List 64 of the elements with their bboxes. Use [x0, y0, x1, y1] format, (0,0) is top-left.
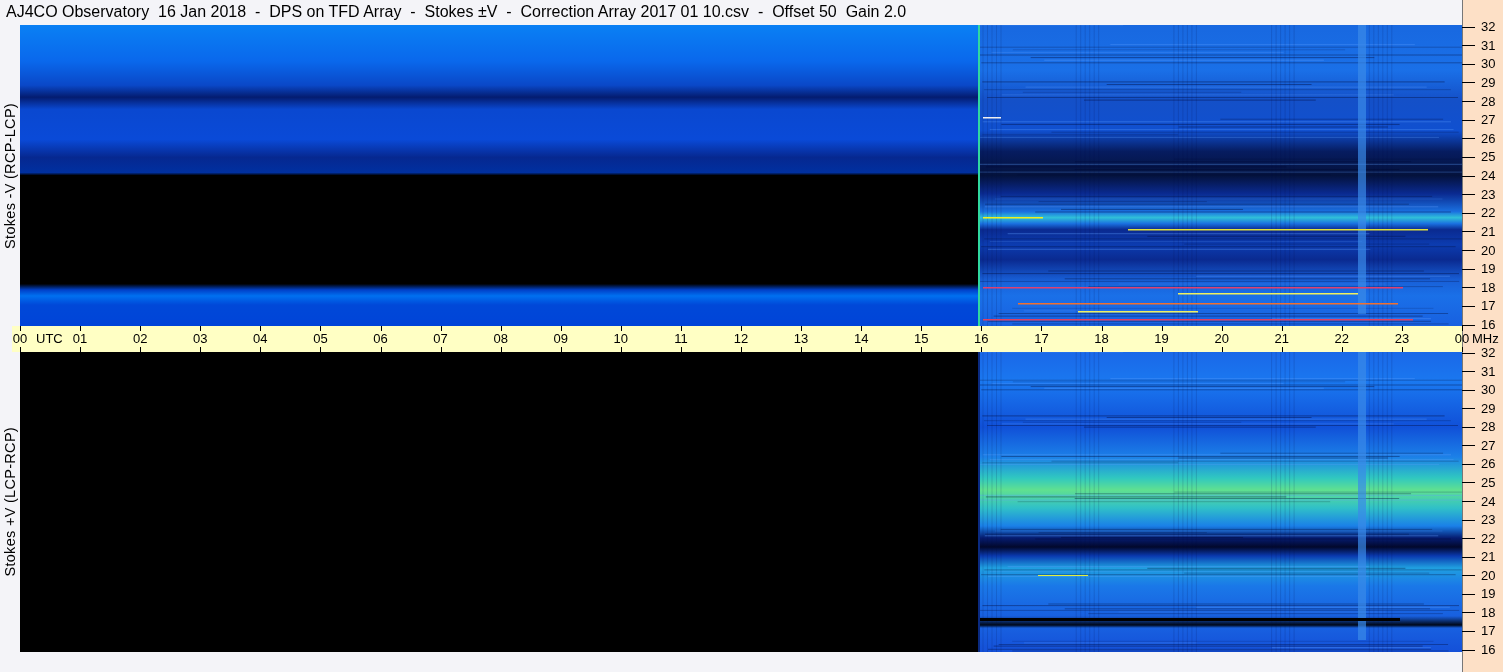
time-label: 21: [1274, 331, 1289, 347]
window-title: AJ4CO Observatory 16 Jan 2018 - DPS on TFD Array - Stokes ±V - Correction Array 2017 01 10.csv - Offset 50 Gain 2.0: [5, 2, 908, 22]
time-label: 20: [1214, 331, 1229, 347]
frequency-label: 23: [1481, 513, 1496, 528]
time-label: 04: [253, 331, 268, 347]
time-label: 05: [313, 331, 328, 347]
frequency-label: 20: [1481, 568, 1496, 583]
panel-label: Stokes -V (RCP-LCP): [2, 102, 18, 249]
time-label: 08: [493, 331, 508, 347]
frequency-label: 22: [1481, 531, 1496, 546]
frequency-label: 26: [1481, 457, 1496, 472]
time-label: 06: [373, 331, 388, 347]
time-label: 19: [1154, 331, 1169, 347]
time-label: 17: [1034, 331, 1049, 347]
frequency-label: 16: [1481, 318, 1496, 332]
time-unit-label: UTC: [36, 331, 63, 347]
time-label: 12: [733, 331, 749, 347]
frequency-label: 19: [1481, 262, 1496, 277]
time-label: 22: [1334, 331, 1350, 347]
frequency-label: 23: [1481, 187, 1496, 202]
time-label: 16: [974, 331, 989, 347]
frequency-label: 30: [1481, 57, 1496, 72]
frequency-label: 18: [1481, 605, 1496, 620]
frequency-label: 22: [1481, 206, 1496, 221]
time-label: 03: [193, 331, 208, 347]
frequency-label: 20: [1481, 243, 1496, 258]
frequency-label: 26: [1481, 131, 1496, 146]
frequency-label: 21: [1481, 224, 1496, 239]
time-label: 13: [793, 331, 809, 347]
time-label: 18: [1094, 331, 1109, 347]
frequency-label: 28: [1481, 420, 1496, 435]
time-label: 10: [613, 331, 629, 347]
frequency-label: 18: [1481, 280, 1496, 295]
frequency-label: 19: [1481, 587, 1496, 602]
frequency-label: 30: [1481, 383, 1496, 398]
frequency-label: 24: [1481, 169, 1496, 183]
time-label: 01: [72, 331, 88, 347]
time-label: 11: [674, 331, 688, 347]
time-label: 23: [1394, 331, 1410, 347]
time-label: 02: [132, 331, 148, 347]
frequency-label: 27: [1481, 438, 1496, 453]
frequency-label: 32: [1481, 346, 1496, 360]
frequency-label: 25: [1481, 475, 1496, 490]
frequency-label: 25: [1481, 150, 1496, 165]
time-label: 07: [433, 331, 448, 347]
frequency-label: 17: [1481, 624, 1496, 639]
time-label: 00: [12, 331, 28, 347]
frequency-unit-label: MHz: [1472, 331, 1499, 346]
frequency-label: 29: [1481, 401, 1496, 416]
time-label: 09: [553, 331, 568, 347]
time-label: 00: [1454, 331, 1470, 347]
frequency-label: 21: [1481, 550, 1496, 565]
frequency-label: 31: [1481, 364, 1496, 379]
frequency-label: 29: [1481, 75, 1496, 90]
time-label: 14: [853, 331, 869, 347]
frequency-label: 24: [1481, 494, 1496, 509]
frequency-label: 16: [1481, 643, 1496, 657]
frequency-label: 32: [1481, 20, 1496, 34]
time-label: 15: [914, 331, 929, 347]
panel-label: Stokes +V (LCP-RCP): [2, 427, 18, 577]
frequency-label: 31: [1481, 38, 1496, 53]
frequency-label: 17: [1481, 299, 1496, 314]
frequency-label: 27: [1481, 113, 1496, 128]
frequency-label: 28: [1481, 94, 1496, 109]
